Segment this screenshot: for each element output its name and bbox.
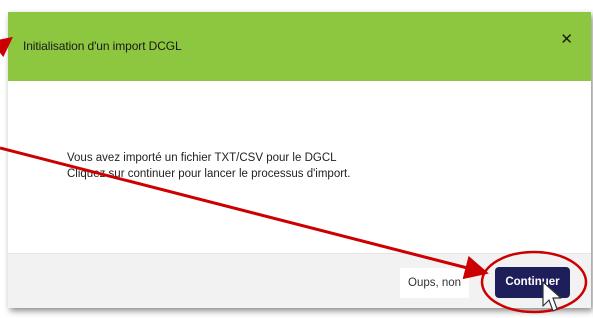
- continue-button[interactable]: Continuer: [495, 267, 570, 298]
- dialog-footer: Oups, non Continuer: [8, 253, 591, 308]
- dialog-header: Initialisation d'un import DCGL ✕: [8, 12, 591, 81]
- cancel-button[interactable]: Oups, non: [400, 268, 470, 298]
- dialog-message: Vous avez importé un fichier TXT/CSV pou…: [67, 150, 350, 182]
- import-dialog: Initialisation d'un import DCGL ✕ Vous a…: [8, 12, 591, 308]
- close-icon[interactable]: ✕: [560, 32, 573, 47]
- message-line-2: Cliquez sur continuer pour lancer le pro…: [67, 168, 351, 180]
- message-line-1: Vous avez importé un fichier TXT/CSV pou…: [67, 152, 337, 164]
- dialog-title: Initialisation d'un import DCGL: [23, 39, 182, 53]
- screenshot-stage: Initialisation d'un import DCGL ✕ Vous a…: [0, 0, 593, 318]
